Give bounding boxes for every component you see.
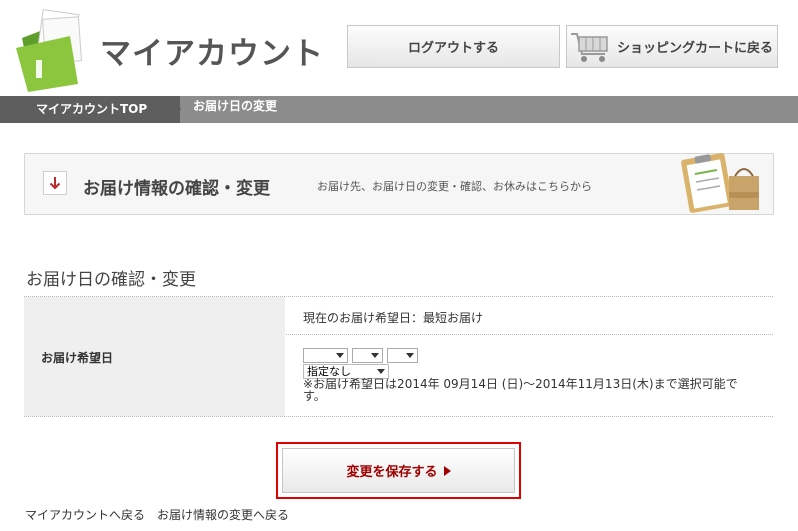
year-select[interactable] bbox=[303, 348, 348, 363]
delivery-info-banner[interactable]: お届け情報の確認・変更 お届け先、お届け日の変更・確認、お休みはこちらから bbox=[24, 153, 774, 215]
delivery-date-label: お届け希望日 bbox=[41, 351, 114, 365]
folder-logo-icon bbox=[14, 8, 88, 94]
arrow-down-icon bbox=[43, 171, 67, 195]
back-to-cart-label: ショッピングカートに戻る bbox=[617, 41, 774, 56]
breadcrumb-current: お届け日の変更 bbox=[193, 99, 278, 113]
chevron-down-icon bbox=[336, 353, 344, 358]
page-title: マイアカウント bbox=[100, 36, 324, 72]
back-to-myaccount-link[interactable]: マイアカウントへ戻る bbox=[25, 506, 145, 523]
logout-button[interactable]: ログアウトする bbox=[347, 25, 560, 68]
breadcrumb: マイアカウントTOP お届け日の変更 bbox=[0, 96, 798, 123]
chevron-down-icon bbox=[371, 353, 379, 358]
chevron-down-icon bbox=[406, 353, 414, 358]
form-label-cell: お届け希望日 bbox=[24, 297, 285, 416]
month-select[interactable] bbox=[352, 348, 383, 363]
back-to-delivery-info-link[interactable]: お届け情報の変更へ戻る bbox=[157, 506, 289, 523]
play-arrow-icon bbox=[443, 465, 451, 476]
current-delivery-date: 現在のお届け希望日：最短お届け bbox=[303, 311, 484, 325]
chevron-down-icon bbox=[377, 369, 385, 374]
row-divider bbox=[286, 334, 773, 335]
save-button-label: 変更を保存する bbox=[346, 465, 438, 480]
breadcrumb-separator bbox=[172, 96, 181, 122]
banner-title: お届け情報の確認・変更 bbox=[83, 179, 270, 199]
selectable-range-note: ※お届け希望日は2014年 09月14日 (日)～2014年11月13日(木)ま… bbox=[303, 377, 738, 403]
clipboard-bag-illustration-icon bbox=[677, 152, 773, 216]
save-changes-button[interactable]: 変更を保存する bbox=[282, 448, 515, 493]
shopping-cart-icon bbox=[569, 28, 613, 66]
delivery-date-form: お届け希望日 現在のお届け希望日：最短お届け 指定なし ※お届け希望日は2014… bbox=[24, 296, 773, 417]
breadcrumb-myaccount-top-link[interactable]: マイアカウントTOP bbox=[0, 96, 180, 123]
banner-description: お届け先、お届け日の変更・確認、お休みはこちらから bbox=[317, 180, 592, 193]
back-to-cart-button[interactable]: ショッピングカートに戻る bbox=[566, 25, 778, 68]
section-title: お届け日の確認・変更 bbox=[26, 270, 196, 290]
day-select[interactable] bbox=[387, 348, 418, 363]
